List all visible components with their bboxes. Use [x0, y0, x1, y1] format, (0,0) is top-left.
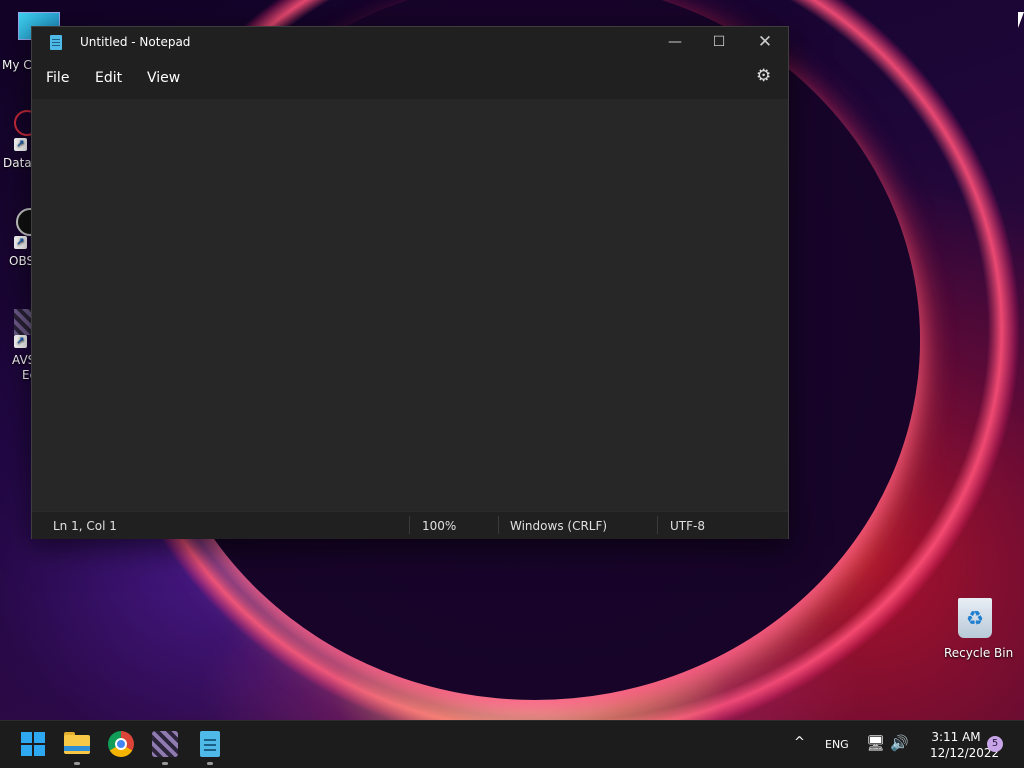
window-title: Untitled - Notepad	[80, 35, 191, 49]
chrome-icon[interactable]	[108, 731, 134, 757]
status-divider	[498, 516, 499, 534]
volume-icon[interactable]: 🔊	[890, 734, 909, 752]
recycle-bin-icon: ♻	[958, 598, 992, 638]
mouse-cursor-icon	[1018, 12, 1024, 28]
status-divider	[409, 516, 410, 534]
close-button[interactable]: ✕	[742, 27, 788, 57]
shortcut-arrow-icon: ↗	[14, 236, 27, 249]
text-editor-area[interactable]	[32, 99, 788, 507]
running-indicator	[207, 762, 213, 765]
language-indicator[interactable]: ENG	[825, 738, 849, 751]
show-hidden-icons-chevron-icon[interactable]: ^	[794, 735, 805, 750]
zoom-level: 100%	[422, 519, 457, 533]
shortcut-arrow-icon: ↗	[14, 335, 27, 348]
menu-view[interactable]: View	[147, 70, 180, 86]
running-indicator	[74, 762, 80, 765]
minimize-button[interactable]: —	[652, 27, 698, 57]
start-button[interactable]	[20, 731, 46, 757]
notepad-window: Untitled - Notepad — ☐ ✕ File Edit View …	[31, 26, 789, 539]
menu-edit[interactable]: Edit	[95, 70, 122, 86]
status-bar: Ln 1, Col 1 100% Windows (CRLF) UTF-8	[32, 511, 788, 539]
taskbar: ^ ENG 🖥 🔊 3:11 AM 12/12/2022 5	[0, 720, 1024, 768]
title-bar[interactable]: Untitled - Notepad — ☐ ✕	[32, 27, 788, 57]
notification-badge[interactable]: 5	[987, 736, 1003, 752]
notepad-taskbar-icon[interactable]	[197, 731, 223, 757]
encoding: UTF-8	[670, 519, 705, 533]
menu-file[interactable]: File	[46, 70, 69, 86]
cursor-position: Ln 1, Col 1	[53, 519, 117, 533]
maximize-button[interactable]: ☐	[696, 27, 742, 57]
file-explorer-icon[interactable]	[64, 731, 90, 757]
windows-logo-icon	[21, 732, 32, 743]
clock-time: 3:11 AM	[931, 730, 981, 744]
desktop-icon-label: My C	[2, 58, 32, 72]
status-divider	[657, 516, 658, 534]
clock-date: 12/12/2022	[930, 746, 1000, 760]
clock[interactable]: 3:11 AM 12/12/2022	[930, 729, 1000, 761]
running-indicator	[162, 762, 168, 765]
network-icon[interactable]: 🖥	[866, 734, 885, 752]
notepad-app-icon	[50, 35, 62, 50]
desktop-icon-label: Recycle Bin	[944, 646, 1014, 660]
video-editor-taskbar-icon[interactable]	[152, 731, 178, 757]
desktop-icon-recycle-bin[interactable]: ♻ Recycle Bin	[938, 594, 1014, 664]
settings-gear-icon[interactable]: ⚙	[756, 67, 774, 85]
menu-bar: File Edit View ⚙	[32, 57, 788, 99]
line-ending: Windows (CRLF)	[510, 519, 608, 533]
shortcut-arrow-icon: ↗	[14, 138, 27, 151]
